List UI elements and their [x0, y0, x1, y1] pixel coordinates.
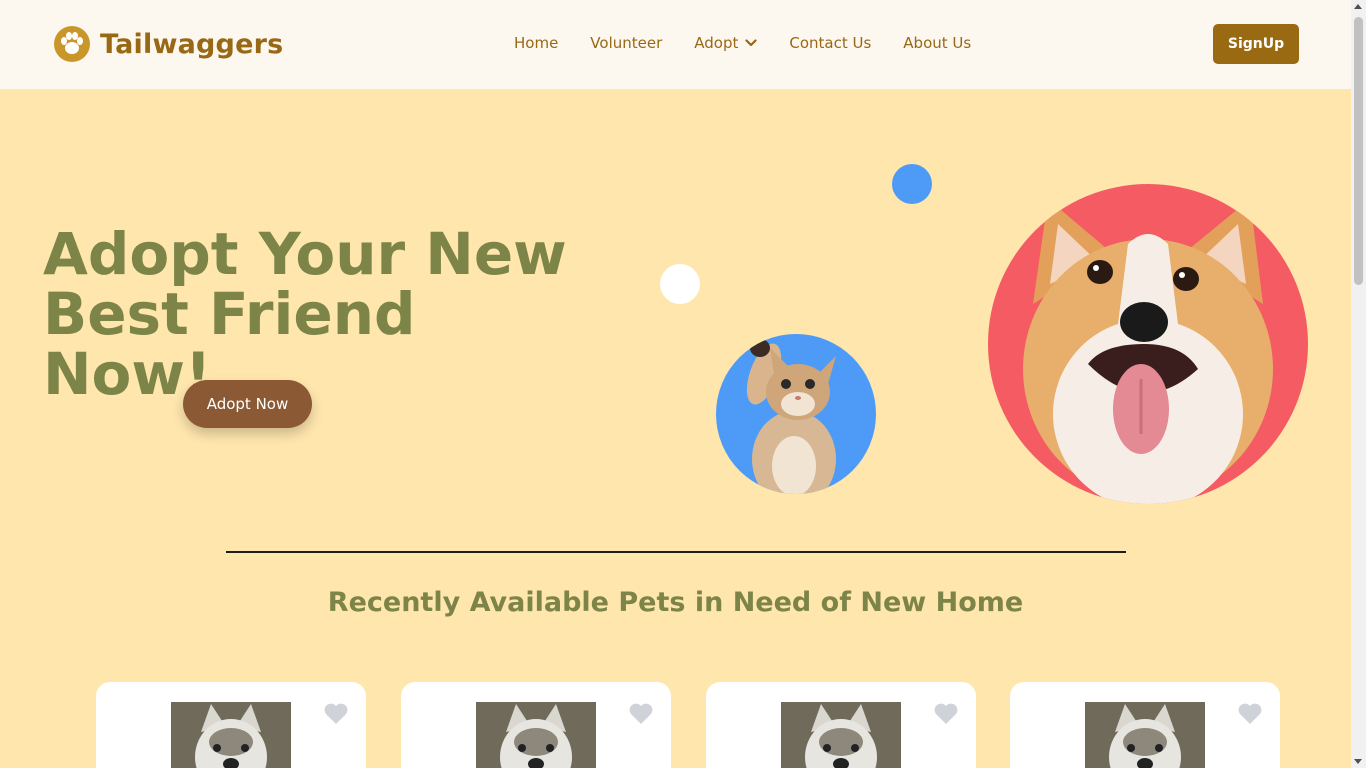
scroll-up-arrow-icon[interactable] — [1354, 4, 1362, 9]
adopt-now-button[interactable]: Adopt Now — [183, 380, 312, 428]
scroll-thumb[interactable] — [1354, 17, 1363, 285]
pet-photo — [171, 702, 291, 768]
nav-adopt[interactable]: Adopt — [694, 34, 757, 52]
heart-icon[interactable] — [323, 702, 349, 726]
brand-name: Tailwaggers — [100, 28, 284, 60]
pet-card[interactable] — [1010, 682, 1280, 768]
hero-title-line1: Adopt Your New — [43, 220, 567, 288]
pet-photo — [1085, 702, 1205, 768]
heart-icon[interactable] — [1237, 702, 1263, 726]
chevron-down-icon — [745, 39, 757, 47]
nav-about-us[interactable]: About Us — [903, 34, 971, 52]
pet-card[interactable] — [96, 682, 366, 768]
decorative-white-dot — [660, 264, 700, 304]
site-header: Tailwaggers Home Volunteer Adopt Contact… — [0, 0, 1351, 89]
pet-photo — [476, 702, 596, 768]
signup-button[interactable]: SignUp — [1213, 24, 1299, 64]
brand-logo[interactable]: Tailwaggers — [54, 26, 283, 62]
decorative-blue-dot — [892, 164, 932, 204]
nav-home[interactable]: Home — [514, 34, 558, 52]
heart-icon[interactable] — [628, 702, 654, 726]
section-title: Recently Available Pets in Need of New H… — [327, 587, 1024, 618]
pet-photo — [781, 702, 901, 768]
nav-contact-us[interactable]: Contact Us — [789, 34, 871, 52]
pet-card[interactable] — [401, 682, 671, 768]
section-divider — [226, 551, 1126, 553]
heart-icon[interactable] — [933, 702, 959, 726]
page-scrollbar[interactable] — [1351, 0, 1366, 768]
main-nav: Home Volunteer Adopt Contact Us About Us — [514, 34, 1003, 52]
cat-photo — [716, 334, 876, 494]
paw-icon — [54, 26, 90, 62]
corgi-photo — [988, 184, 1308, 504]
nav-volunteer[interactable]: Volunteer — [590, 34, 662, 52]
pet-card[interactable] — [706, 682, 976, 768]
scroll-down-arrow-icon[interactable] — [1354, 759, 1362, 764]
hero-title: Adopt Your New Best Friend Now! — [43, 224, 603, 404]
nav-adopt-label: Adopt — [694, 34, 739, 52]
